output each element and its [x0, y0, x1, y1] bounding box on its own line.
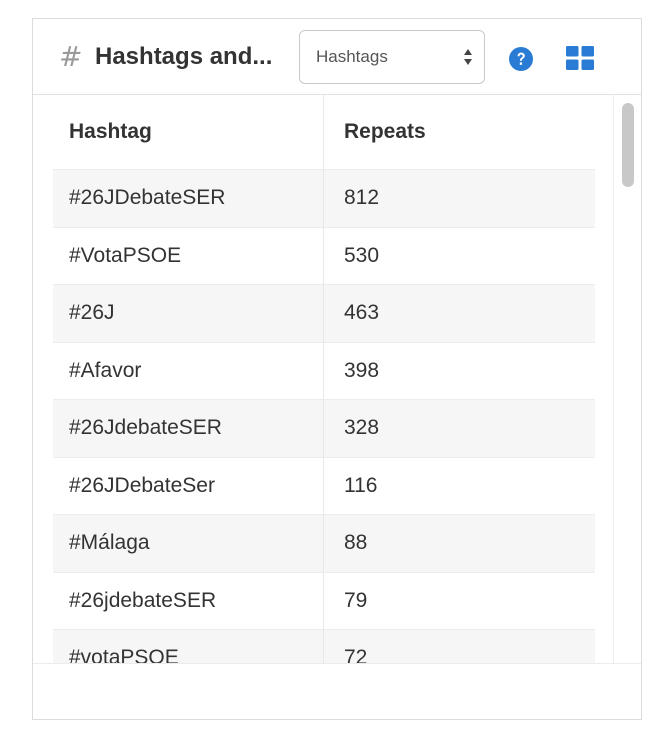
hashtag-cell: #VotaPSOE: [53, 226, 324, 285]
table-row: #26JDebateSer 116: [53, 456, 595, 515]
hashtag-cell: #26jdebateSER: [53, 571, 324, 630]
table-row: #26jdebateSER 79: [53, 571, 595, 630]
table-area: Hashtag Repeats #26JDebateSER 812 #VotaP…: [33, 95, 613, 663]
view-select[interactable]: Hashtags: [299, 30, 485, 84]
repeats-cell: 72: [323, 629, 595, 663]
repeats-cell: 116: [323, 456, 595, 515]
repeats-cell: 398: [323, 341, 595, 400]
table-row: #26JDebateSER 812: [53, 169, 595, 227]
widget-title: Hashtags and...: [95, 43, 273, 70]
table-row: #26JdebateSER 328: [53, 399, 595, 457]
repeats-cell: 812: [323, 169, 595, 227]
question-circle-icon[interactable]: [509, 47, 533, 71]
hashtags-widget: # Hashtags and... Hashtags Hashtag Repea…: [32, 18, 642, 720]
vertical-scrollbar[interactable]: [613, 95, 641, 663]
repeats-cell: 79: [323, 571, 595, 630]
hashtags-table: Hashtag Repeats #26JDebateSER 812 #VotaP…: [53, 95, 595, 663]
table-row: #Málaga 88: [53, 514, 595, 572]
hashtag-cell: #Málaga: [53, 514, 324, 572]
hashtag-cell: #26JdebateSER: [53, 399, 324, 457]
grid-icon[interactable]: [566, 46, 594, 70]
repeats-cell: 328: [323, 399, 595, 457]
hashtag-cell: #26JDebateSer: [53, 456, 324, 515]
repeats-cell: 463: [323, 284, 595, 342]
table-row: #Afavor 398: [53, 341, 595, 400]
view-select-value: Hashtags: [316, 47, 388, 66]
scrollbar-thumb[interactable]: [622, 103, 634, 187]
table-row: #VotaPSOE 530: [53, 226, 595, 285]
column-header-repeats[interactable]: Repeats: [323, 95, 595, 170]
repeats-cell: 530: [323, 226, 595, 285]
hashtag-cell: #26JDebateSER: [53, 169, 324, 227]
hashtag-cell: #votaPSOE: [53, 629, 324, 663]
hashtag-cell: #26J: [53, 284, 324, 342]
widget-footer: [33, 663, 641, 719]
table-row: #votaPSOE 72: [53, 629, 595, 663]
table-row: #26J 463: [53, 284, 595, 342]
select-arrows-icon: [464, 49, 472, 65]
hash-icon: #: [59, 40, 83, 73]
column-header-hashtag[interactable]: Hashtag: [53, 95, 324, 170]
table-header-row: Hashtag Repeats: [53, 95, 595, 170]
hashtag-cell: #Afavor: [53, 341, 324, 400]
repeats-cell: 88: [323, 514, 595, 572]
widget-header: # Hashtags and... Hashtags: [33, 19, 641, 95]
